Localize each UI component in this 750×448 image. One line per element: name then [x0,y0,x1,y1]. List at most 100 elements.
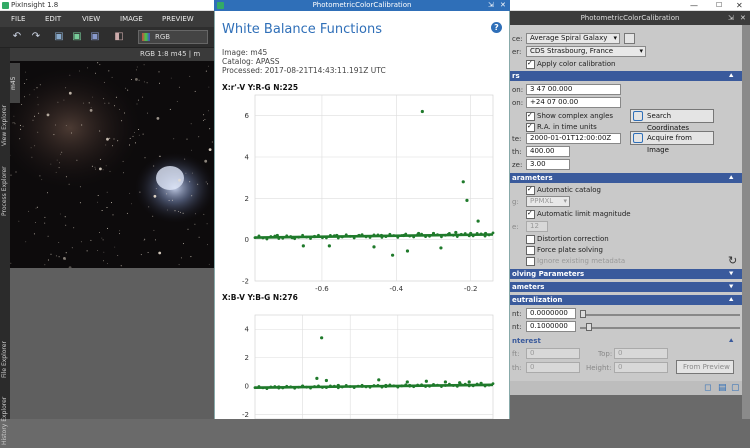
dec-field[interactable]: +24 07 00.00 [526,97,621,108]
maximize-icon[interactable]: ☐ [716,0,722,11]
collapse-icon: ⯅ [728,337,734,345]
process-close-icon[interactable]: ✕ [740,11,746,25]
menu-file[interactable]: FILE [11,11,25,27]
save-icon[interactable]: ▤ [718,383,727,393]
lower-limit-slider[interactable] [580,314,740,316]
automatic-limit-checkbox[interactable]: Automatic limit magnitude [526,208,631,219]
data-point [277,237,281,240]
star [211,141,213,143]
image-window-title[interactable]: RGB 1:8 m45 | m [10,48,214,61]
star [46,113,50,117]
ra-time-units-checkbox[interactable]: R.A. in time units [526,121,597,132]
data-point [313,385,316,388]
y-tick-label: 2 [245,354,249,362]
white-ref-info-icon[interactable] [624,33,635,44]
star [44,264,46,266]
catalog-combo[interactable]: PPMXL [526,196,570,207]
channel-g-icon[interactable]: ▣ [70,30,84,44]
focal-length-field[interactable]: 400.00 [526,146,570,157]
roi-width-field[interactable]: 0 [526,362,580,373]
star [197,183,199,185]
upper-limit-field[interactable]: 0.1000000 [526,321,576,332]
upper-slider-handle[interactable] [586,323,592,331]
menu-image[interactable]: IMAGE [120,11,143,27]
star [61,151,63,153]
data-point [388,232,392,236]
minimize-icon[interactable]: — [690,0,698,11]
apply-color-checkbox[interactable]: Apply color calibration [526,58,616,69]
channel-b-icon[interactable]: ▣ [88,30,102,44]
menu-view[interactable]: VIEW [82,11,100,27]
roi-top-field[interactable]: 0 [614,348,668,359]
date-field[interactable]: 2000-01-01T12:00:00Z [526,133,621,144]
upper-limit-slider[interactable] [580,327,740,329]
section-photometry[interactable]: ameters ⯆ [510,282,742,292]
star [189,181,191,183]
new-instance-icon[interactable]: ◻ [704,383,711,393]
tab-file-explorer[interactable]: File Explorer [0,336,10,384]
documentation-icon[interactable]: ▢ [731,383,740,393]
roi-left-field[interactable]: 0 [526,348,580,359]
acquire-from-image-button[interactable]: Acquire from Image [630,131,714,154]
limit-magnitude-field[interactable]: 12 [526,221,548,232]
process-pin-icon[interactable]: ⇲ [728,11,734,25]
tab-process-explorer[interactable]: Process Explorer [0,160,10,222]
server-combo[interactable]: CDS Strasbourg, France [526,46,646,57]
data-point [439,246,443,250]
tab-history-explorer[interactable]: History Explorer [0,393,10,448]
menu-edit[interactable]: EDIT [45,11,61,27]
image-tab[interactable]: m45 [10,63,20,103]
help-icon[interactable]: ? [491,22,502,33]
dialog-pin-icon[interactable]: ⇲ [488,0,494,11]
dialog-close-icon[interactable]: ✕ [500,0,506,11]
star [71,132,72,134]
pixel-size-field[interactable]: 3.00 [526,159,570,170]
distortion-correction-checkbox[interactable]: Distortion correction [526,234,609,244]
section-region-of-interest[interactable]: nterest ⯅ [510,336,742,346]
star [99,64,101,66]
star [14,123,16,125]
from-preview-button[interactable]: From Preview [676,360,734,374]
reset-icon[interactable]: ↻ [728,254,737,267]
force-plate-solving-checkbox[interactable]: Force plate solving [526,245,603,255]
close-icon[interactable]: ✕ [736,0,743,11]
channel-r-icon[interactable]: ▣ [52,30,66,44]
show-complex-angles-checkbox[interactable]: Show complex angles [526,110,613,121]
star [38,112,40,114]
automatic-catalog-checkbox[interactable]: Automatic catalog [526,184,601,195]
data-point [281,236,285,240]
data-point [285,234,289,238]
plot-b-g: 4 2 0 -2 [242,314,495,419]
section-advanced-solving[interactable]: olving Parameters ⯆ [510,269,742,279]
search-coordinates-button[interactable]: Search Coordinates [630,109,714,132]
redo-icon[interactable]: ↷ [29,30,43,44]
undo-icon[interactable]: ↶ [10,30,24,44]
star [135,78,138,81]
data-point [455,235,459,238]
data-point [461,180,465,184]
section-background-neutralization[interactable]: eutralization ⯅ [510,295,742,305]
section-plate-solver[interactable]: arameters ⯅ [510,173,742,183]
star [80,241,82,243]
roi-height-field[interactable]: 0 [614,362,668,373]
data-point [289,385,293,389]
data-point [408,383,412,388]
ra-field[interactable]: 3 47 00.000 [526,84,621,95]
rgb-icon[interactable]: ◧ [112,30,126,44]
data-point [471,384,475,388]
image-view[interactable] [0,47,215,270]
tab-view-explorer[interactable]: View Explorer [0,100,10,150]
lower-limit-field[interactable]: 0.0000000 [526,308,576,319]
lower-slider-handle[interactable] [580,310,586,318]
section-image-parameters[interactable]: rs ⯅ [510,71,742,81]
menu-preview[interactable]: PREVIEW [162,11,194,27]
channel-select[interactable]: RGB [138,30,208,44]
search-coordinates-label: Search Coordinates [647,112,690,132]
star [138,79,140,81]
white-reference-combo[interactable]: Average Spiral Galaxy [526,33,620,44]
ignore-metadata-checkbox[interactable]: Ignore existing metadata [526,256,625,266]
data-point [360,384,364,388]
star [185,172,187,174]
data-point [261,236,265,240]
data-point [402,233,406,238]
